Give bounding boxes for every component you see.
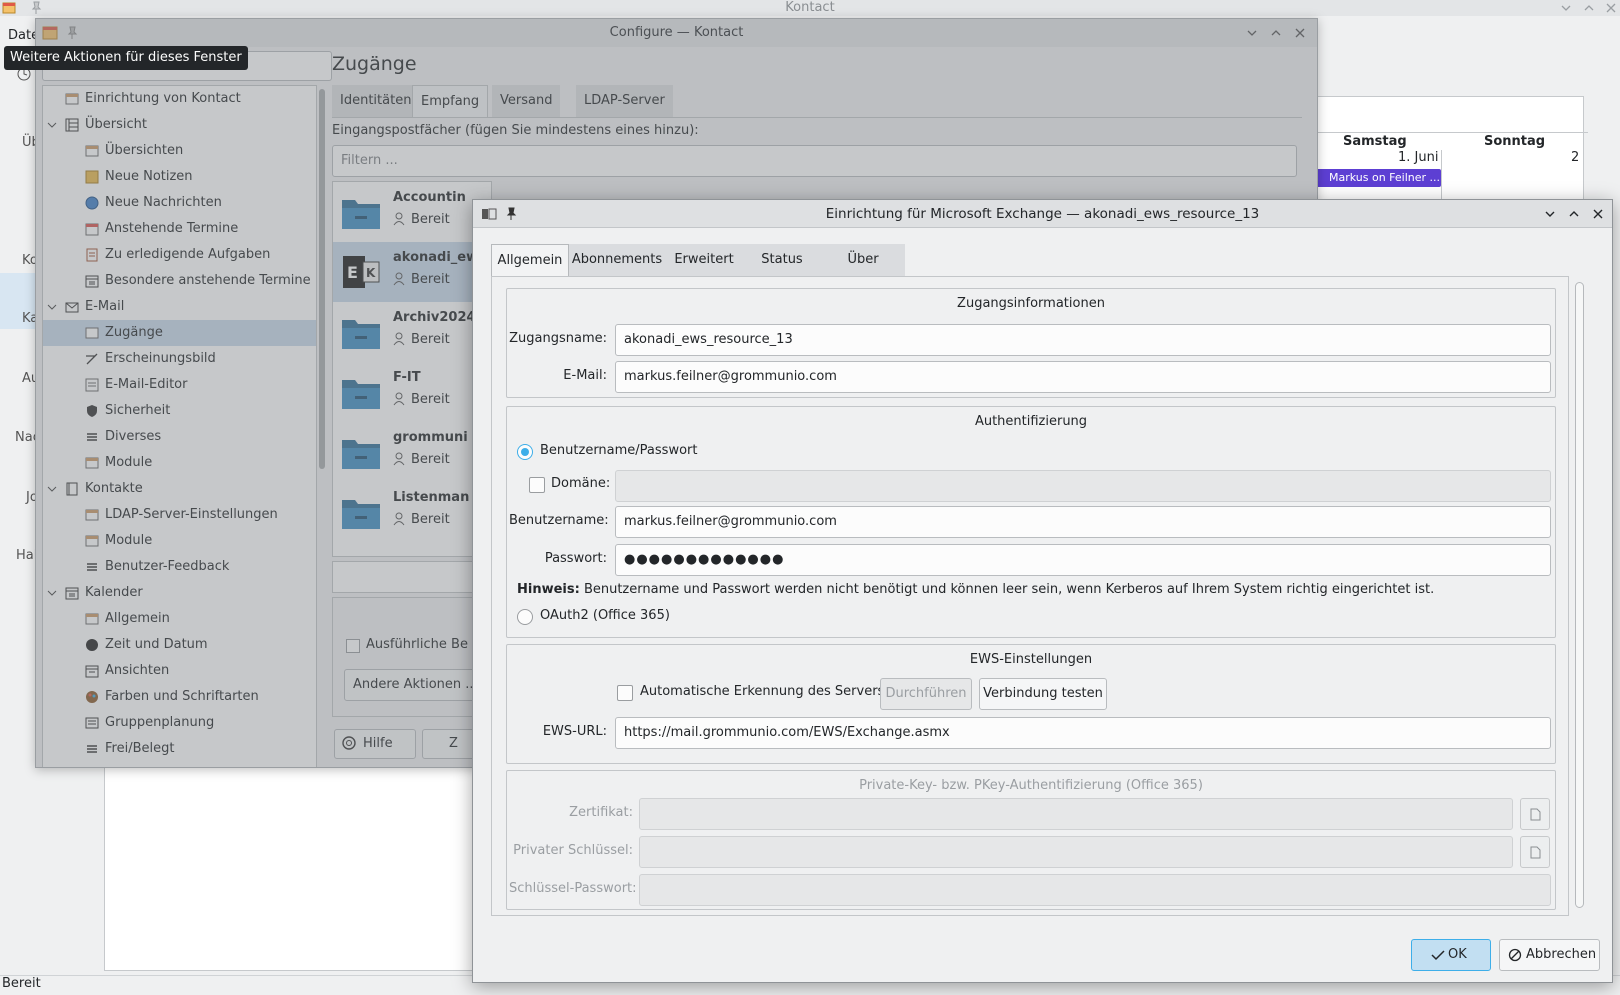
email-label: E-Mail:	[563, 368, 607, 383]
tab-subscriptions[interactable]: Abonnements	[569, 244, 665, 276]
dialog-scrollbar[interactable]	[1575, 282, 1584, 908]
userpass-label: Benutzername/Passwort	[540, 443, 698, 458]
tab-status[interactable]: Status	[743, 244, 821, 276]
dialog-maximize-icon[interactable]	[1568, 208, 1580, 220]
calendar-event[interactable]: Markus on Feilner ...	[1311, 169, 1441, 187]
access-info-title: Zugangsinformationen	[957, 296, 1105, 311]
authentication-title: Authentifizierung	[974, 414, 1088, 429]
kontact-maximize-icon[interactable]	[1583, 2, 1595, 14]
email-field[interactable]: markus.feilner@grommunio.com	[615, 361, 1551, 393]
account-name-label: Zugangsname:	[509, 331, 607, 346]
account-name-field[interactable]: akonadi_ews_resource_13	[615, 324, 1551, 356]
certificate-field[interactable]	[639, 798, 1513, 830]
kerberos-hint: Hinweis: Benutzername und Passwort werde…	[517, 582, 1435, 597]
oauth2-label: OAuth2 (Office 365)	[540, 608, 670, 623]
domain-field[interactable]	[615, 470, 1551, 502]
certificate-label: Zertifikat:	[569, 805, 633, 820]
ews-setup-dialog: Einrichtung für Microsoft Exchange — ako…	[472, 199, 1613, 983]
file-icon	[1530, 846, 1541, 859]
dialog-title: Einrichtung für Microsoft Exchange — ako…	[825, 206, 1260, 222]
calendar-header-sunday: Sonntag	[1484, 134, 1546, 149]
autodetect-checkbox[interactable]	[617, 685, 633, 701]
kontact-minimize-icon[interactable]	[1560, 2, 1572, 14]
ews-url-field[interactable]: https://mail.grommunio.com/EWS/Exchange.…	[615, 717, 1551, 749]
certificate-browse-button[interactable]	[1520, 798, 1550, 830]
calendar-date-sunday: 2	[1571, 150, 1580, 165]
kontact-app-icon	[2, 2, 16, 14]
ews-settings-title: EWS-Einstellungen	[969, 652, 1093, 667]
username-label: Benutzername:	[509, 513, 609, 528]
password-field[interactable]: ●●●●●●●●●●●●●	[615, 544, 1551, 576]
tab-advanced[interactable]: Erweitert	[665, 244, 743, 276]
ok-button[interactable]: OK	[1411, 939, 1491, 971]
userpass-radio[interactable]	[517, 444, 533, 460]
autodetect-label: Automatische Erkennung des Servers	[640, 684, 885, 699]
cancel-icon	[1508, 948, 1522, 962]
private-key-browse-button[interactable]	[1520, 836, 1550, 868]
pkey-title: Private-Key- bzw. PKey-Authentifizierung…	[859, 778, 1203, 793]
dialog-minimize-icon[interactable]	[1544, 208, 1556, 220]
pin-icon[interactable]	[505, 207, 517, 221]
window-actions-tooltip: Weitere Aktionen für dieses Fenster	[4, 46, 248, 70]
tab-about[interactable]: Über	[821, 244, 905, 276]
kontact-title: Kontact	[785, 0, 835, 15]
tab-general[interactable]: Allgemein	[491, 244, 569, 276]
ews-url-label: EWS-URL:	[542, 724, 607, 739]
dialog-close-icon[interactable]	[1592, 208, 1604, 220]
test-connection-button[interactable]: Verbindung testen	[979, 678, 1107, 710]
pin-icon[interactable]	[30, 1, 42, 15]
file-icon	[1530, 808, 1541, 821]
username-field[interactable]: markus.feilner@grommunio.com	[615, 506, 1551, 538]
private-key-label: Privater Schlüssel:	[513, 843, 633, 858]
key-password-field[interactable]	[639, 874, 1551, 906]
calendar-date-saturday: 1. Juni	[1398, 150, 1439, 165]
calendar-header-saturday: Samstag	[1343, 134, 1407, 149]
status-text: Bereit	[2, 976, 41, 991]
dialog-app-icon	[482, 208, 497, 220]
kontact-close-icon[interactable]	[1605, 2, 1617, 14]
check-icon	[1431, 950, 1445, 961]
oauth2-radio[interactable]	[517, 609, 533, 625]
domain-checkbox[interactable]	[529, 477, 545, 493]
password-label: Passwort:	[544, 551, 607, 566]
domain-label: Domäne:	[551, 476, 611, 491]
key-password-label: Schlüssel-Passwort:	[509, 881, 637, 896]
private-key-field[interactable]	[639, 836, 1513, 868]
autodetect-run-button[interactable]: Durchführen	[880, 678, 972, 710]
